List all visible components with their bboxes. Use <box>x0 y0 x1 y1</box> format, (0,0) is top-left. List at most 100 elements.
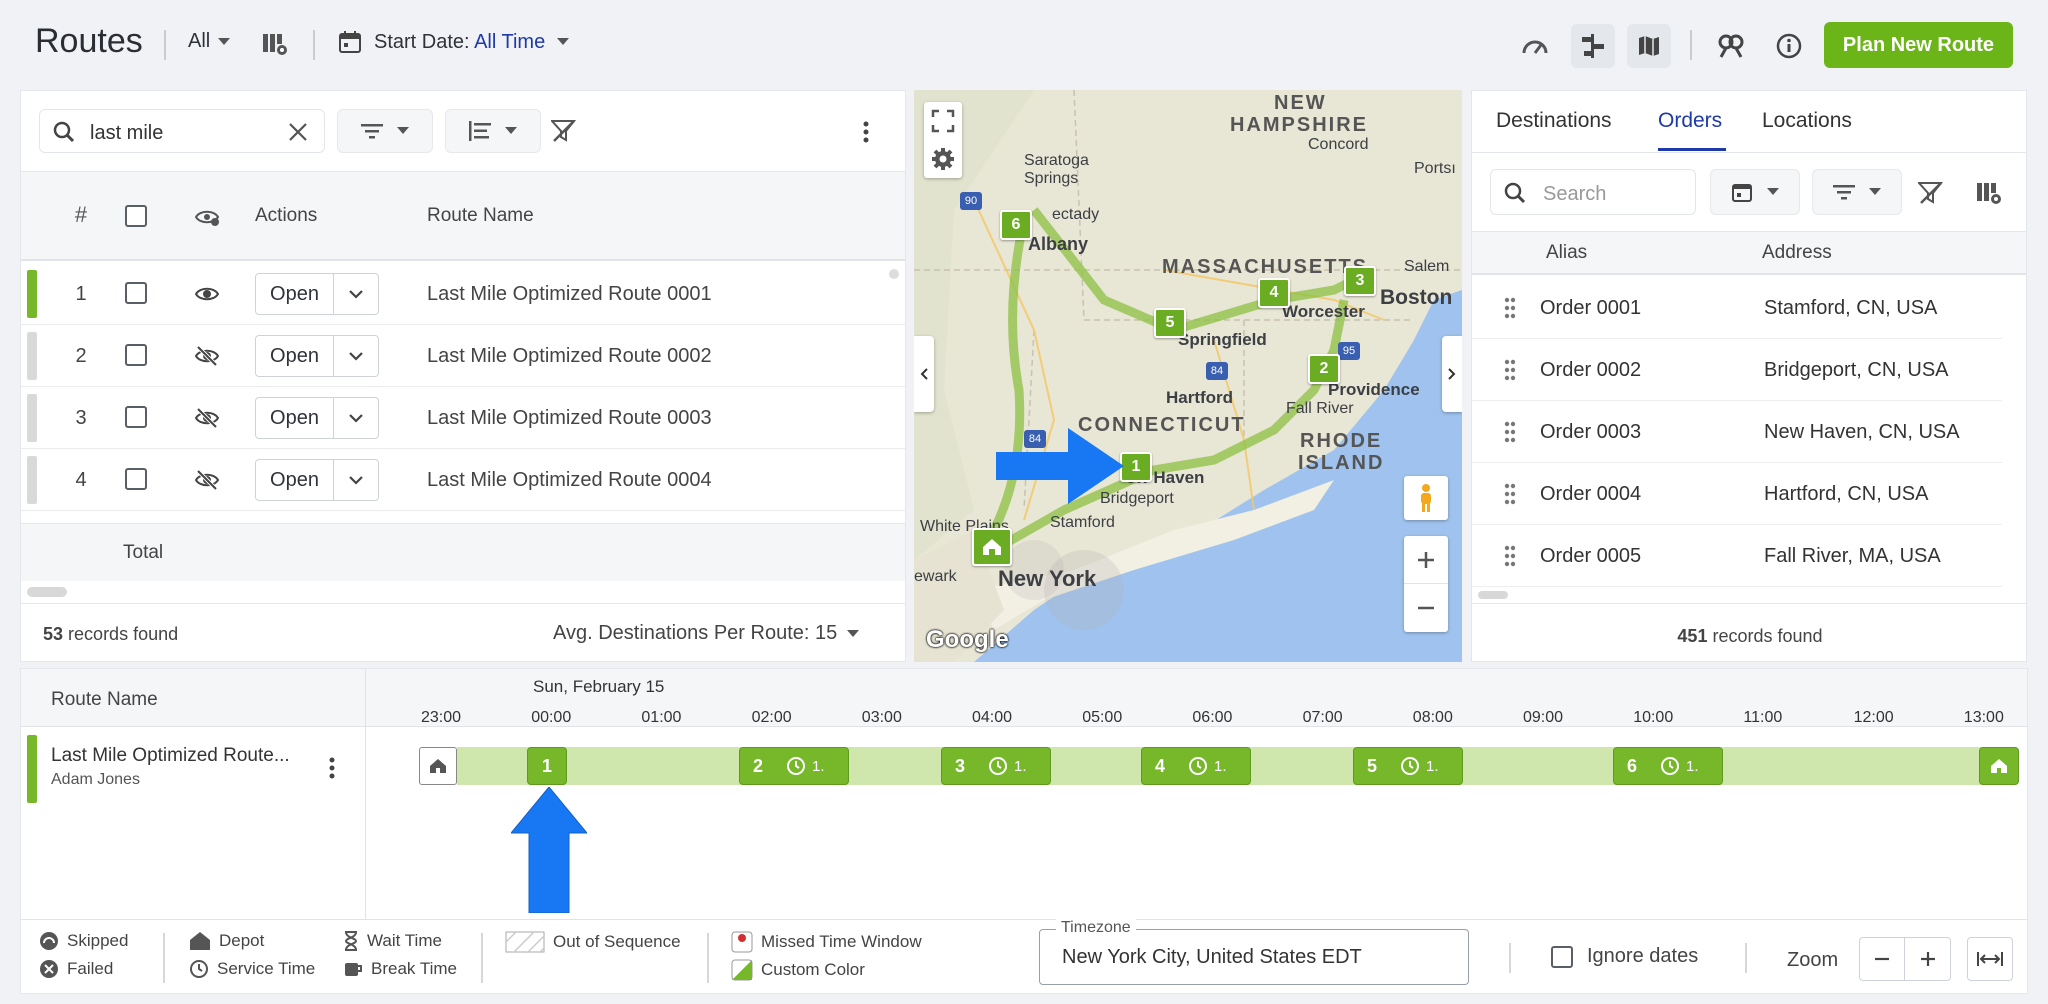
clear-search-icon[interactable] <box>288 122 308 142</box>
timeline-stop-6[interactable]: 6 1. <box>1613 747 1723 785</box>
horizontal-scrollbar[interactable] <box>1478 591 1508 599</box>
map-zoom-in-icon[interactable] <box>1404 537 1448 584</box>
speedometer-icon[interactable] <box>1513 24 1557 68</box>
open-route-button[interactable]: Open <box>255 459 379 501</box>
table-row[interactable]: 1 Open Last Mile Optimized Route 0001 <box>21 263 905 325</box>
chevron-down-icon[interactable] <box>334 336 378 376</box>
eye-icon[interactable] <box>195 285 219 303</box>
visibility-toggle-all-icon[interactable] <box>195 208 219 226</box>
list-item[interactable]: Order 0003 New Haven, CN, USA <box>1472 401 2002 463</box>
chevron-down-icon[interactable] <box>334 398 378 438</box>
more-options-icon[interactable] <box>863 121 869 143</box>
route-options-icon[interactable] <box>329 757 335 779</box>
fit-to-width-icon[interactable] <box>1967 937 2013 981</box>
zoom-in-icon[interactable] <box>1905 938 1950 980</box>
open-label[interactable]: Open <box>256 274 334 314</box>
open-route-button[interactable]: Open <box>255 397 379 439</box>
table-scrollbar[interactable] <box>889 269 899 279</box>
route-name[interactable]: Last Mile Optimized Route 0003 <box>427 387 712 449</box>
column-alias[interactable]: Alias <box>1546 242 1587 264</box>
filter-dropdown[interactable]: All <box>188 30 231 53</box>
map-zoom-out-icon[interactable] <box>1404 584 1448 631</box>
column-settings-icon[interactable] <box>1976 181 2002 205</box>
timeline-view-icon[interactable] <box>1571 24 1615 68</box>
map-marker-3[interactable]: 3 <box>1344 266 1376 296</box>
depot-marker-icon[interactable] <box>972 528 1012 566</box>
column-actions[interactable]: Actions <box>255 205 317 227</box>
list-item[interactable]: Order 0005 Fall River, MA, USA <box>1472 525 2002 587</box>
ignore-dates-checkbox[interactable] <box>1551 945 1573 968</box>
tab-orders[interactable]: Orders <box>1658 109 1722 133</box>
timeline-stop-3[interactable]: 3 1. <box>941 747 1051 785</box>
avg-destinations-dropdown[interactable]: Avg. Destinations Per Route: 15 <box>553 622 860 645</box>
street-view-pegman-icon[interactable] <box>1404 476 1448 520</box>
fullscreen-icon[interactable] <box>924 102 962 178</box>
open-label[interactable]: Open <box>256 398 334 438</box>
map-zoom-control[interactable] <box>1404 536 1448 632</box>
eye-off-icon[interactable] <box>195 346 219 366</box>
timezone-field[interactable]: Timezone New York City, United States ED… <box>1039 919 1469 985</box>
row-checkbox[interactable] <box>125 468 147 490</box>
orders-filter-button[interactable] <box>1812 169 1902 215</box>
map-marker-1[interactable]: 1 <box>1120 452 1152 482</box>
column-address[interactable]: Address <box>1762 242 1832 264</box>
timeline-stop-1[interactable]: 1 <box>527 747 567 785</box>
table-row[interactable]: 2 Open Last Mile Optimized Route 0002 <box>21 325 905 387</box>
open-route-button[interactable]: Open <box>255 273 379 315</box>
map-marker-4[interactable]: 4 <box>1258 278 1290 308</box>
table-row[interactable]: 3 Open Last Mile Optimized Route 0003 <box>21 387 905 449</box>
clear-filters-icon[interactable] <box>551 119 577 143</box>
map-view-icon[interactable] <box>1627 24 1671 68</box>
list-item[interactable]: Order 0002 Bridgeport, CN, USA <box>1472 339 2002 401</box>
drag-handle-icon[interactable] <box>1504 359 1516 381</box>
open-label[interactable]: Open <box>256 336 334 376</box>
chevron-down-icon[interactable] <box>334 274 378 314</box>
timeline-stop-4[interactable]: 4 1. <box>1141 747 1251 785</box>
list-item[interactable]: Order 0001 Stamford, CN, USA <box>1472 277 2002 339</box>
drag-handle-icon[interactable] <box>1504 545 1516 567</box>
depot-end-icon[interactable] <box>1979 747 2019 785</box>
chevron-down-icon[interactable] <box>334 460 378 500</box>
route-name[interactable]: Last Mile Optimized Route 0001 <box>427 263 712 325</box>
route-grid-settings-icon[interactable] <box>262 32 288 56</box>
timeline-zoom-control[interactable] <box>1859 937 1951 981</box>
route-map[interactable]: NEW HAMPSHIRE Concord Portsı Saratoga Sp… <box>914 90 1462 662</box>
group-button[interactable] <box>445 109 541 153</box>
clear-filters-icon[interactable] <box>1918 181 1944 205</box>
timeline-stop-5[interactable]: 5 1. <box>1353 747 1463 785</box>
date-filter-button[interactable] <box>1710 169 1800 215</box>
tab-destinations[interactable]: Destinations <box>1496 109 1612 133</box>
row-checkbox[interactable] <box>125 282 147 304</box>
table-row[interactable]: 4 Open Last Mile Optimized Route 0004 <box>21 449 905 511</box>
open-label[interactable]: Open <box>256 460 334 500</box>
route-compare-icon[interactable] <box>1709 24 1753 68</box>
tab-locations[interactable]: Locations <box>1762 109 1852 133</box>
eye-off-icon[interactable] <box>195 470 219 490</box>
map-marker-2[interactable]: 2 <box>1308 354 1340 384</box>
drag-handle-icon[interactable] <box>1504 421 1516 443</box>
route-search-input[interactable]: last mile <box>90 122 163 145</box>
filter-button[interactable] <box>337 109 433 153</box>
collapse-left-icon[interactable] <box>914 336 934 412</box>
start-date-picker[interactable]: Start Date: All Time <box>338 30 570 54</box>
map-marker-5[interactable]: 5 <box>1154 308 1186 338</box>
column-route-name[interactable]: Route Name <box>427 205 534 227</box>
row-checkbox[interactable] <box>125 344 147 366</box>
drag-handle-icon[interactable] <box>1504 297 1516 319</box>
orders-search-input[interactable]: Search <box>1543 183 1606 206</box>
map-settings-icon[interactable] <box>931 147 955 171</box>
eye-off-icon[interactable] <box>195 408 219 428</box>
timeline-stop-2[interactable]: 2 1. <box>739 747 849 785</box>
route-name[interactable]: Last Mile Optimized Route 0002 <box>427 325 712 387</box>
route-name[interactable]: Last Mile Optimized Route 0004 <box>427 449 712 511</box>
timeline-route-name[interactable]: Last Mile Optimized Route... <box>51 745 290 767</box>
select-all-checkbox[interactable] <box>125 205 147 227</box>
timezone-value[interactable]: New York City, United States EDT <box>1062 946 1362 969</box>
orders-search-box[interactable]: Search <box>1490 169 1696 215</box>
list-item[interactable]: Order 0004 Hartford, CN, USA <box>1472 463 2002 525</box>
info-icon[interactable] <box>1767 24 1811 68</box>
ignore-dates-toggle[interactable]: Ignore dates <box>1551 945 1698 968</box>
horizontal-scrollbar[interactable] <box>27 587 67 597</box>
depot-start-icon[interactable] <box>419 747 457 785</box>
zoom-out-icon[interactable] <box>1860 938 1906 980</box>
